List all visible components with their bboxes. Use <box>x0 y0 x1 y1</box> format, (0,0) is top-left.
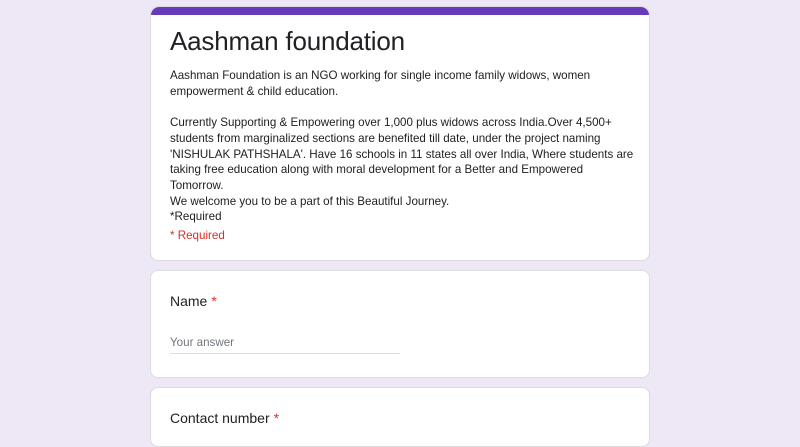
question-title: Contact number <box>170 410 270 426</box>
question-card-name: Name * <box>150 270 650 378</box>
required-asterisk: * <box>211 293 217 309</box>
form-description-intro: Aashman Foundation is an NGO working for… <box>170 69 591 98</box>
required-note: * Required <box>170 229 225 242</box>
question-label-name: Name * <box>170 291 217 311</box>
question-label-contact-number: Contact number * <box>170 408 279 428</box>
required-asterisk: * <box>273 410 280 426</box>
form-description-body: Currently Supporting & Empowering over 1… <box>170 116 634 192</box>
form-title: Aashman foundation <box>170 26 405 56</box>
question-title: Name <box>170 293 208 309</box>
form-description-welcome: We welcome you to be a part of this Beau… <box>170 194 450 208</box>
form-accent-bar <box>151 7 649 15</box>
form-description-required-line: *Required <box>170 210 222 224</box>
form-description: Aashman Foundation is an NGO working for… <box>170 68 634 225</box>
question-card-contact-number: Contact number * <box>150 387 650 447</box>
form-column: Aashman foundation Aashman Foundation is… <box>150 6 650 447</box>
form-header-card: Aashman foundation Aashman Foundation is… <box>150 6 650 261</box>
name-input[interactable] <box>170 331 400 354</box>
